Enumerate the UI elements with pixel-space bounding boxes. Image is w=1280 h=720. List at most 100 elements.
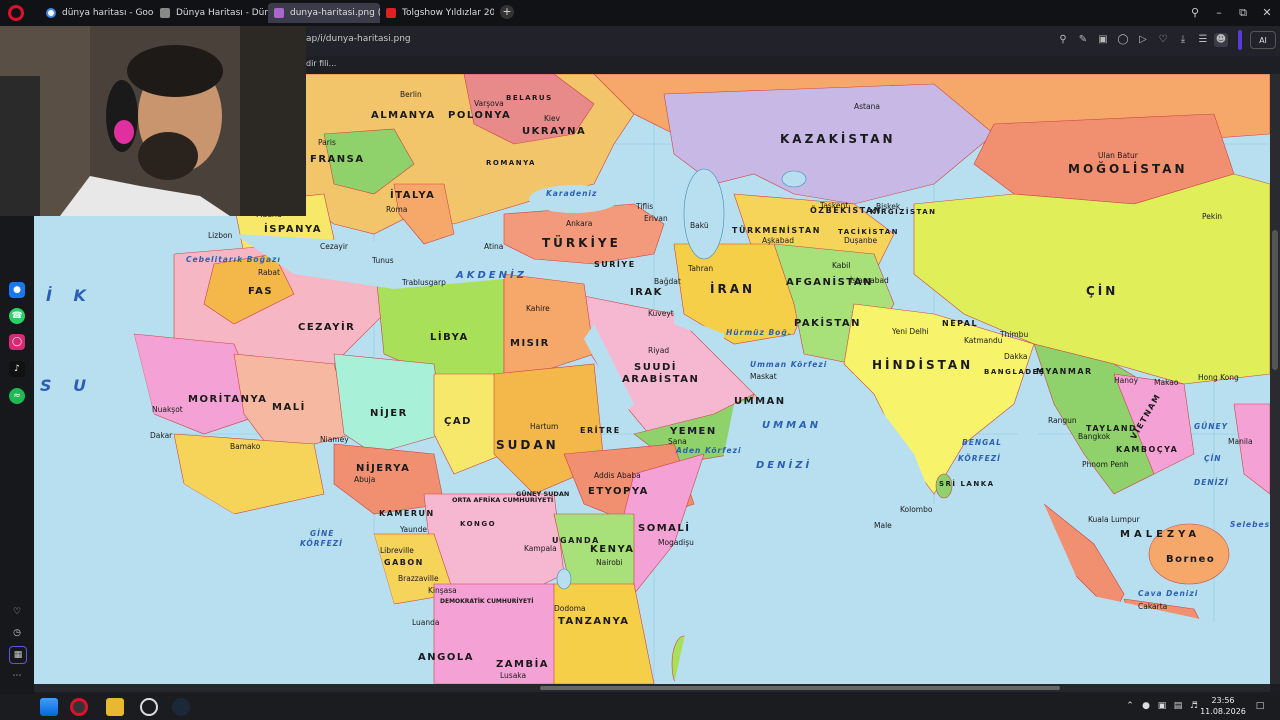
city-label: İslamabad (850, 276, 889, 285)
country-label: SRİ LANKA (939, 480, 995, 488)
city-label: Yeni Delhi (892, 327, 929, 336)
history-icon[interactable]: ◷ (9, 625, 25, 641)
city-label: Brazzaville (398, 574, 439, 583)
spotify-icon[interactable]: ≈ (9, 388, 25, 404)
display-icon[interactable]: ▣ (1156, 700, 1168, 712)
country-label: ARABİSTAN (622, 374, 700, 385)
city-label: Lusaka (500, 671, 527, 680)
camera-icon[interactable]: ▣ (1096, 33, 1110, 47)
city-label: Rabat (258, 268, 280, 277)
download-icon[interactable]: ⤓ (1176, 33, 1190, 47)
country-label: MORİTANYA (188, 394, 268, 405)
youtube-icon (386, 8, 396, 18)
city-label: Hong Kong (1198, 373, 1239, 382)
country-label: PAKİSTAN (794, 318, 861, 329)
tab-title: Tolgshow Yıldızlar 2026 3. (402, 8, 494, 18)
city-label: Sana (668, 437, 687, 446)
heart-icon[interactable]: ♡ (1156, 33, 1170, 47)
sea-label: AKDENİZ (456, 270, 527, 281)
vertical-scroll-thumb[interactable] (1272, 230, 1278, 370)
clock-date[interactable]: 11.08.2026 (1200, 707, 1246, 716)
country-label: TACİKİSTAN (838, 228, 899, 236)
tab-youtube[interactable]: Tolgshow Yıldızlar 2026 3. (380, 3, 494, 23)
country-label: TÜRKİYE (542, 236, 621, 250)
notification-icon[interactable]: □ (1254, 700, 1266, 712)
new-tab-button[interactable]: + (500, 5, 514, 19)
chevron-up-icon[interactable]: ⌃ (1124, 700, 1136, 712)
image-icon (274, 8, 284, 18)
tab-title: dunya-haritasi.png (3904 (290, 8, 380, 18)
search-tabs-icon[interactable]: ⚲ (1186, 4, 1204, 22)
country-label: İTALYA (390, 190, 436, 201)
sea-label: DENİZİ (756, 460, 813, 471)
city-label: Mogadişu (658, 538, 694, 547)
country-label: İRAN (710, 282, 756, 296)
country-label: İSPANYA (264, 224, 322, 235)
sea-label: GİNE (310, 529, 335, 538)
country-label: DEMOKRATİK CUMHURİYETİ (440, 598, 534, 605)
tab-google[interactable]: dünya haritası - Google'da (40, 3, 154, 23)
city-label: Bangkok (1078, 432, 1111, 441)
send-icon[interactable]: ▷ (1136, 33, 1150, 47)
tiktok-icon[interactable]: ♪ (9, 361, 25, 377)
microphone-icon[interactable]: ● (1140, 700, 1152, 712)
windows-start-icon[interactable] (40, 698, 58, 716)
city-label: Bişkek (876, 202, 901, 211)
extensions-icon[interactable]: ▦ (9, 646, 27, 664)
country-label: POLONYA (448, 110, 512, 121)
instagram-icon[interactable]: ◯ (9, 334, 25, 350)
menu-icon[interactable]: ☰ (1196, 33, 1210, 47)
more-icon[interactable]: ⋯ (9, 668, 25, 684)
country-label: MALEZYA (1120, 529, 1201, 540)
ai-button[interactable]: AI (1250, 31, 1276, 49)
messenger-icon[interactable]: ● (9, 282, 25, 298)
city-label: Taşkent (820, 201, 849, 210)
sea-label: ÇİN (1204, 454, 1222, 463)
city-label: Atina (484, 242, 504, 251)
country-label: KONGO (460, 520, 497, 528)
city-label: Kahire (526, 304, 550, 313)
maximize-icon[interactable]: ⧉ (1234, 4, 1252, 22)
network-icon[interactable]: ▤ (1172, 700, 1184, 712)
shield-icon[interactable]: ◯ (1116, 33, 1130, 47)
file-explorer-icon[interactable] (106, 698, 124, 716)
heart-icon[interactable]: ♡ (9, 604, 25, 620)
vertical-scrollbar[interactable] (1270, 74, 1280, 684)
whatsapp-icon[interactable]: ☎ (9, 308, 25, 324)
city-label: Hartum (530, 422, 559, 431)
opera-taskbar-icon[interactable] (70, 698, 88, 716)
city-label: Erivan (644, 214, 668, 223)
minimize-icon[interactable]: – (1210, 4, 1228, 22)
city-label: Kampala (524, 544, 557, 553)
horizontal-scroll-thumb[interactable] (540, 686, 1060, 690)
url-field[interactable]: ap/i/dunya-haritasi.png (306, 34, 411, 44)
tab-image[interactable]: dunya-haritasi.png (3904 (268, 3, 380, 23)
country-label: KAMERUN (379, 509, 435, 518)
city-label: Kuala Lumpur (1088, 515, 1140, 524)
country-label: UGANDA (552, 536, 600, 545)
volume-icon[interactable]: ♬ (1188, 700, 1200, 712)
country-label: TÜRKMENİSTAN (732, 226, 821, 235)
profile-icon[interactable]: ☻ (1214, 33, 1228, 47)
opera-menu-icon[interactable] (8, 5, 24, 21)
clock-time[interactable]: 23:56 (1200, 696, 1246, 705)
ocean-label: İ K (46, 286, 94, 305)
bookmark-item[interactable]: dir fili... (306, 59, 336, 68)
close-icon[interactable]: ✕ (1258, 4, 1276, 22)
country-label: FAS (248, 286, 274, 297)
steam-icon[interactable] (172, 698, 190, 716)
app-icon[interactable] (140, 698, 158, 716)
search-icon[interactable]: ⚲ (1056, 33, 1070, 47)
city-label: Astana (854, 102, 880, 111)
tab-dunya-haritasi[interactable]: Dünya Haritası - Dünya Si (154, 3, 268, 23)
country-label: Borneo (1166, 554, 1216, 565)
country-label: SURİYE (594, 260, 636, 269)
city-label: Nairobi (596, 558, 623, 567)
webcam-video (0, 26, 306, 216)
edit-icon[interactable]: ✎ (1076, 33, 1090, 47)
city-label: Dakar (150, 431, 173, 440)
city-label: Ulan Batur (1098, 151, 1138, 160)
city-label: Kuveyt (648, 309, 674, 318)
country-label: ANGOLA (418, 652, 474, 663)
sea-label: Cebelitarık Boğazı (186, 255, 281, 264)
